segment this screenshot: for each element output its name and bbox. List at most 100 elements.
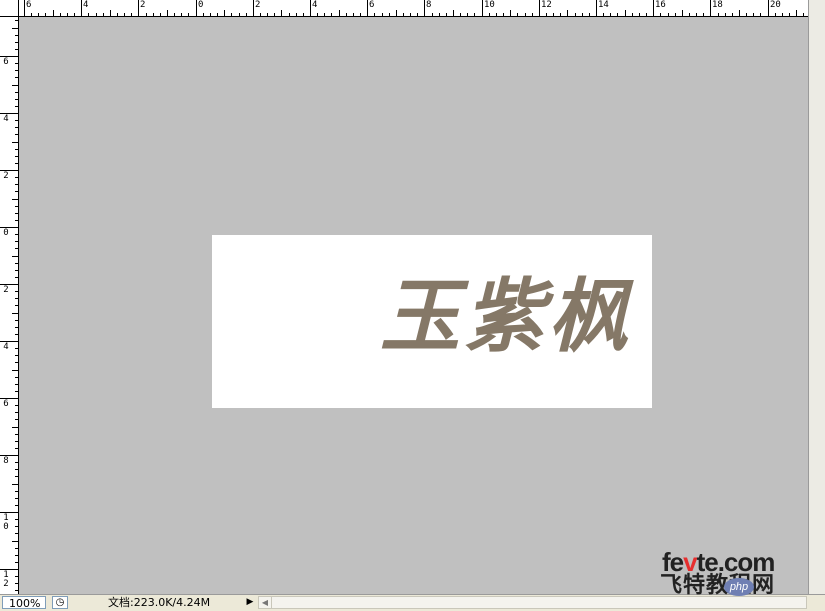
ruler-tick <box>15 63 18 64</box>
ruler-tick <box>560 13 561 16</box>
ruler-tick <box>12 313 18 314</box>
ruler-tick <box>15 391 18 392</box>
ruler-tick <box>15 533 18 534</box>
ruler-tick <box>15 270 18 271</box>
ruler-label: 8 <box>426 0 432 10</box>
ruler-label: 2 <box>3 171 9 181</box>
ruler-tick <box>296 13 297 16</box>
ruler-tick <box>753 13 754 16</box>
ruler-tick <box>15 405 18 406</box>
ruler-tick <box>15 49 18 50</box>
vertical-scrollbar[interactable] <box>808 0 825 594</box>
ruler-tick <box>96 13 97 16</box>
ruler-tick <box>15 213 18 214</box>
ruler-label: 4 <box>312 0 318 10</box>
ruler-tick <box>15 469 18 470</box>
ruler-tick <box>203 13 204 16</box>
ruler-tick <box>15 327 18 328</box>
ruler-tick <box>103 13 104 16</box>
ruler-tick <box>625 10 626 16</box>
ruler-tick <box>539 0 540 16</box>
ruler-tick <box>668 13 669 16</box>
ruler-tick <box>60 13 61 16</box>
ruler-tick <box>15 384 18 385</box>
ruler-tick <box>110 10 111 16</box>
ruler-tick <box>467 13 468 16</box>
ruler-label: 2 <box>255 0 261 10</box>
ruler-tick <box>88 13 89 16</box>
ruler-tick <box>15 291 18 292</box>
ruler-tick <box>15 320 18 321</box>
canvas-area: 玉紫枫 <box>19 17 808 594</box>
ruler-tick <box>210 13 211 16</box>
ruler-tick <box>15 234 18 235</box>
ruler-tick <box>239 13 240 16</box>
ruler-tick <box>15 277 18 278</box>
document-size-info: 文档:223.0K/4.24M <box>108 596 211 609</box>
zoom-level-field[interactable]: 100% <box>2 596 46 610</box>
ruler-label: 4 <box>83 0 89 10</box>
ruler-tick <box>632 13 633 16</box>
ruler-tick <box>15 120 18 121</box>
ruler-tick <box>12 28 18 29</box>
ruler-tick <box>410 13 411 16</box>
ruler-tick <box>15 127 18 128</box>
ruler-tick <box>12 142 18 143</box>
vertical-ruler[interactable]: 642024681012 <box>0 16 19 594</box>
ruler-tick <box>15 20 18 21</box>
ruler-tick <box>553 13 554 16</box>
ruler-tick <box>15 362 18 363</box>
ruler-origin[interactable] <box>0 0 19 17</box>
ruler-tick <box>15 220 18 221</box>
ruler-tick <box>617 13 618 16</box>
ruler-tick <box>253 0 254 16</box>
ruler-tick <box>31 13 32 16</box>
ruler-tick <box>15 163 18 164</box>
ruler-label: 16 <box>655 0 666 10</box>
clock-icon[interactable]: ◷ <box>52 596 68 609</box>
ruler-tick <box>281 10 282 16</box>
ruler-tick <box>453 10 454 16</box>
ruler-tick <box>360 13 361 16</box>
status-menu-arrow-icon[interactable]: ▶ <box>244 596 256 609</box>
ruler-tick <box>15 519 18 520</box>
ruler-tick <box>696 13 697 16</box>
horizontal-ruler[interactable]: 6 4 2 0 2 4 6 8 10 12 14 16 18 20 <box>0 0 808 17</box>
ruler-tick <box>682 10 683 16</box>
ruler-tick <box>117 13 118 16</box>
ruler-label: 20 <box>770 0 781 10</box>
ruler-tick <box>474 13 475 16</box>
ruler-tick <box>15 35 18 36</box>
ruler-tick <box>15 348 18 349</box>
ruler-tick <box>782 13 783 16</box>
ruler-tick <box>424 0 425 16</box>
ruler-tick <box>124 13 125 16</box>
ruler-tick <box>12 484 18 485</box>
ruler-tick <box>15 583 18 584</box>
scroll-left-arrow-icon[interactable]: ◀ <box>259 597 272 608</box>
ruler-tick <box>310 0 311 16</box>
ruler-tick <box>324 13 325 16</box>
document-canvas[interactable]: 玉紫枫 <box>212 235 652 408</box>
ruler-tick <box>138 0 139 16</box>
ruler-label: 6 <box>3 399 9 409</box>
ruler-tick <box>131 13 132 16</box>
ruler-tick <box>496 13 497 16</box>
ruler-tick <box>367 0 368 16</box>
ruler-tick <box>45 13 46 16</box>
ruler-tick <box>24 0 25 16</box>
ruler-tick <box>610 13 611 16</box>
ruler-label: 2 <box>3 285 9 295</box>
ruler-tick <box>403 13 404 16</box>
ruler-tick <box>15 590 18 591</box>
ruler-tick <box>224 10 225 16</box>
ruler-tick <box>12 85 18 86</box>
ruler-tick <box>775 13 776 16</box>
ruler-tick <box>15 156 18 157</box>
ruler-tick <box>660 13 661 16</box>
ruler-tick <box>267 13 268 16</box>
ruler-tick <box>603 13 604 16</box>
ruler-label: 14 <box>598 0 609 10</box>
ruler-tick <box>760 13 761 16</box>
ruler-tick <box>432 13 433 16</box>
